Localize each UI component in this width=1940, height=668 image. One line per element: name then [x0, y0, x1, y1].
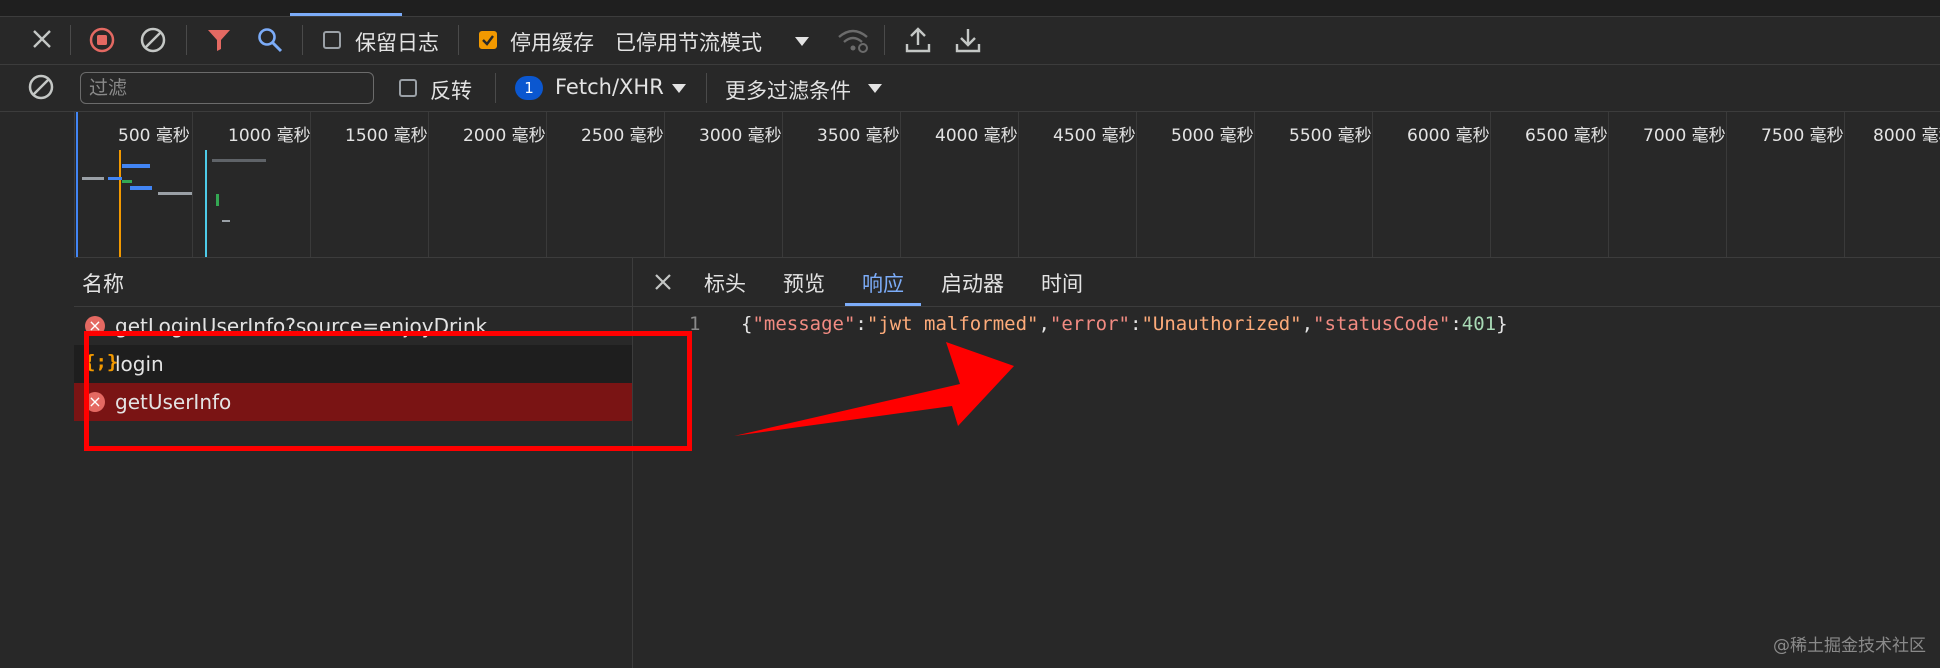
timeline-tick-label: 6000 毫秒 [1407, 126, 1490, 146]
tab-response[interactable]: 响应 [862, 268, 904, 298]
timeline-request-bar [122, 164, 150, 168]
request-name: getUserInfo [115, 390, 232, 414]
export-har-icon[interactable] [954, 25, 982, 59]
network-overview-timeline[interactable]: 500 毫秒 1000 毫秒 1500 毫秒 2000 毫秒 2500 毫秒 3… [0, 112, 1940, 258]
timeline-tick-label: 2000 毫秒 [463, 126, 546, 146]
network-toolbar: 保留日志 停用缓存 已停用节流模式 [0, 17, 1940, 65]
chevron-down-icon[interactable] [868, 84, 882, 93]
request-row[interactable]: {;} login [74, 345, 632, 383]
left-gutter [0, 112, 75, 668]
timeline-request-bar [130, 186, 152, 190]
preserve-log-checkbox[interactable] [323, 31, 341, 49]
name-column-header[interactable]: 名称 [74, 258, 632, 307]
network-conditions-icon[interactable] [836, 26, 870, 58]
timeline-tick-label: 2500 毫秒 [581, 126, 664, 146]
chevron-down-icon[interactable] [795, 37, 809, 46]
filter-input[interactable] [80, 72, 374, 104]
name-column-header-label: 名称 [82, 272, 124, 296]
response-body[interactable]: {"message":"jwt malformed","error":"Unau… [741, 313, 1508, 335]
more-filters-button[interactable]: 更多过滤条件 [725, 75, 851, 105]
active-panel-underline [290, 13, 402, 16]
json-key: "statusCode" [1313, 313, 1451, 335]
timeline-request-bar [108, 177, 122, 180]
type-filter-select[interactable]: Fetch/XHR [555, 75, 664, 99]
timeline-tick-label: 7500 毫秒 [1761, 126, 1844, 146]
invert-label: 反转 [430, 79, 472, 103]
timeline-request-bar [212, 159, 266, 162]
close-icon[interactable] [30, 27, 54, 55]
json-string-value: "jwt malformed" [866, 313, 1039, 335]
error-icon: × [85, 316, 105, 336]
timeline-request-bar [122, 180, 132, 183]
import-har-icon[interactable] [904, 25, 932, 59]
timeline-request-bar [216, 194, 219, 206]
disable-cache-checkbox[interactable] [479, 31, 497, 49]
timeline-tick-label: 3000 毫秒 [699, 126, 782, 146]
filter-icon[interactable] [206, 27, 232, 57]
timeline-tick-label: 7000 毫秒 [1643, 126, 1726, 146]
close-icon[interactable] [653, 272, 673, 296]
timeline-tick-label: 6500 毫秒 [1525, 126, 1608, 146]
detail-tabs: 标头 预览 响应 启动器 时间 [633, 258, 1940, 307]
active-tab-indicator [845, 303, 921, 306]
type-filter-count-badge: 1 [515, 76, 543, 100]
tab-headers[interactable]: 标头 [704, 268, 746, 298]
preserve-log-label: 保留日志 [355, 31, 439, 55]
throttling-select[interactable]: 已停用节流模式 [615, 27, 762, 57]
json-string-value: "Unauthorized" [1141, 313, 1302, 335]
error-icon: × [85, 392, 105, 412]
timeline-tick-label: 5500 毫秒 [1289, 126, 1372, 146]
json-number-value: 401 [1461, 313, 1497, 335]
block-requests-icon[interactable] [27, 73, 55, 105]
tab-preview[interactable]: 预览 [783, 268, 825, 298]
watermark: @稀土掘金技术社区 [1773, 636, 1926, 656]
timeline-marker-finish [205, 150, 207, 257]
line-number: 1 [689, 313, 701, 335]
timeline-tick-label: 5000 毫秒 [1171, 126, 1254, 146]
request-detail-panel: 标头 预览 响应 启动器 时间 1 {"message":"jwt malfor… [633, 258, 1940, 668]
request-list-panel: 名称 × getLoginUserInfo?source=enjoyDrink … [74, 258, 633, 668]
timeline-tick-label: 500 毫秒 [118, 126, 190, 146]
tab-initiator[interactable]: 启动器 [941, 268, 1004, 298]
chevron-down-icon[interactable] [672, 84, 686, 93]
stop-recording-icon[interactable] [88, 26, 116, 58]
request-row[interactable]: × getLoginUserInfo?source=enjoyDrink [74, 307, 632, 345]
timeline-request-bar [158, 192, 192, 195]
timeline-tick-label: 1000 毫秒 [228, 126, 311, 146]
timeline-marker-dom [76, 112, 78, 257]
timeline-tick-label: 8000 毫秒 [1873, 126, 1940, 146]
request-name: login [115, 352, 164, 376]
tab-timing[interactable]: 时间 [1041, 268, 1083, 298]
timeline-request-bar [222, 220, 230, 222]
search-icon[interactable] [256, 26, 284, 58]
request-name: getLoginUserInfo?source=enjoyDrink [115, 314, 488, 338]
timeline-tick-label: 3500 毫秒 [817, 126, 900, 146]
invert-checkbox[interactable] [399, 79, 417, 97]
json-key: "error" [1049, 313, 1130, 335]
timeline-tick-label: 4500 毫秒 [1053, 126, 1136, 146]
timeline-tick-label: 1500 毫秒 [345, 126, 428, 146]
timeline-marker-load [119, 150, 121, 257]
filter-bar: 反转 1 Fetch/XHR 更多过滤条件 [0, 65, 1940, 112]
json-key: "message" [752, 313, 856, 335]
timeline-tick-label: 4000 毫秒 [935, 126, 1018, 146]
timeline-request-bar [82, 177, 104, 180]
request-row-selected[interactable]: × getUserInfo [74, 383, 632, 421]
json-file-icon: {;} [84, 351, 119, 373]
clear-icon[interactable] [139, 26, 167, 58]
panel-tab-strip [0, 0, 1940, 17]
disable-cache-label: 停用缓存 [510, 31, 594, 55]
